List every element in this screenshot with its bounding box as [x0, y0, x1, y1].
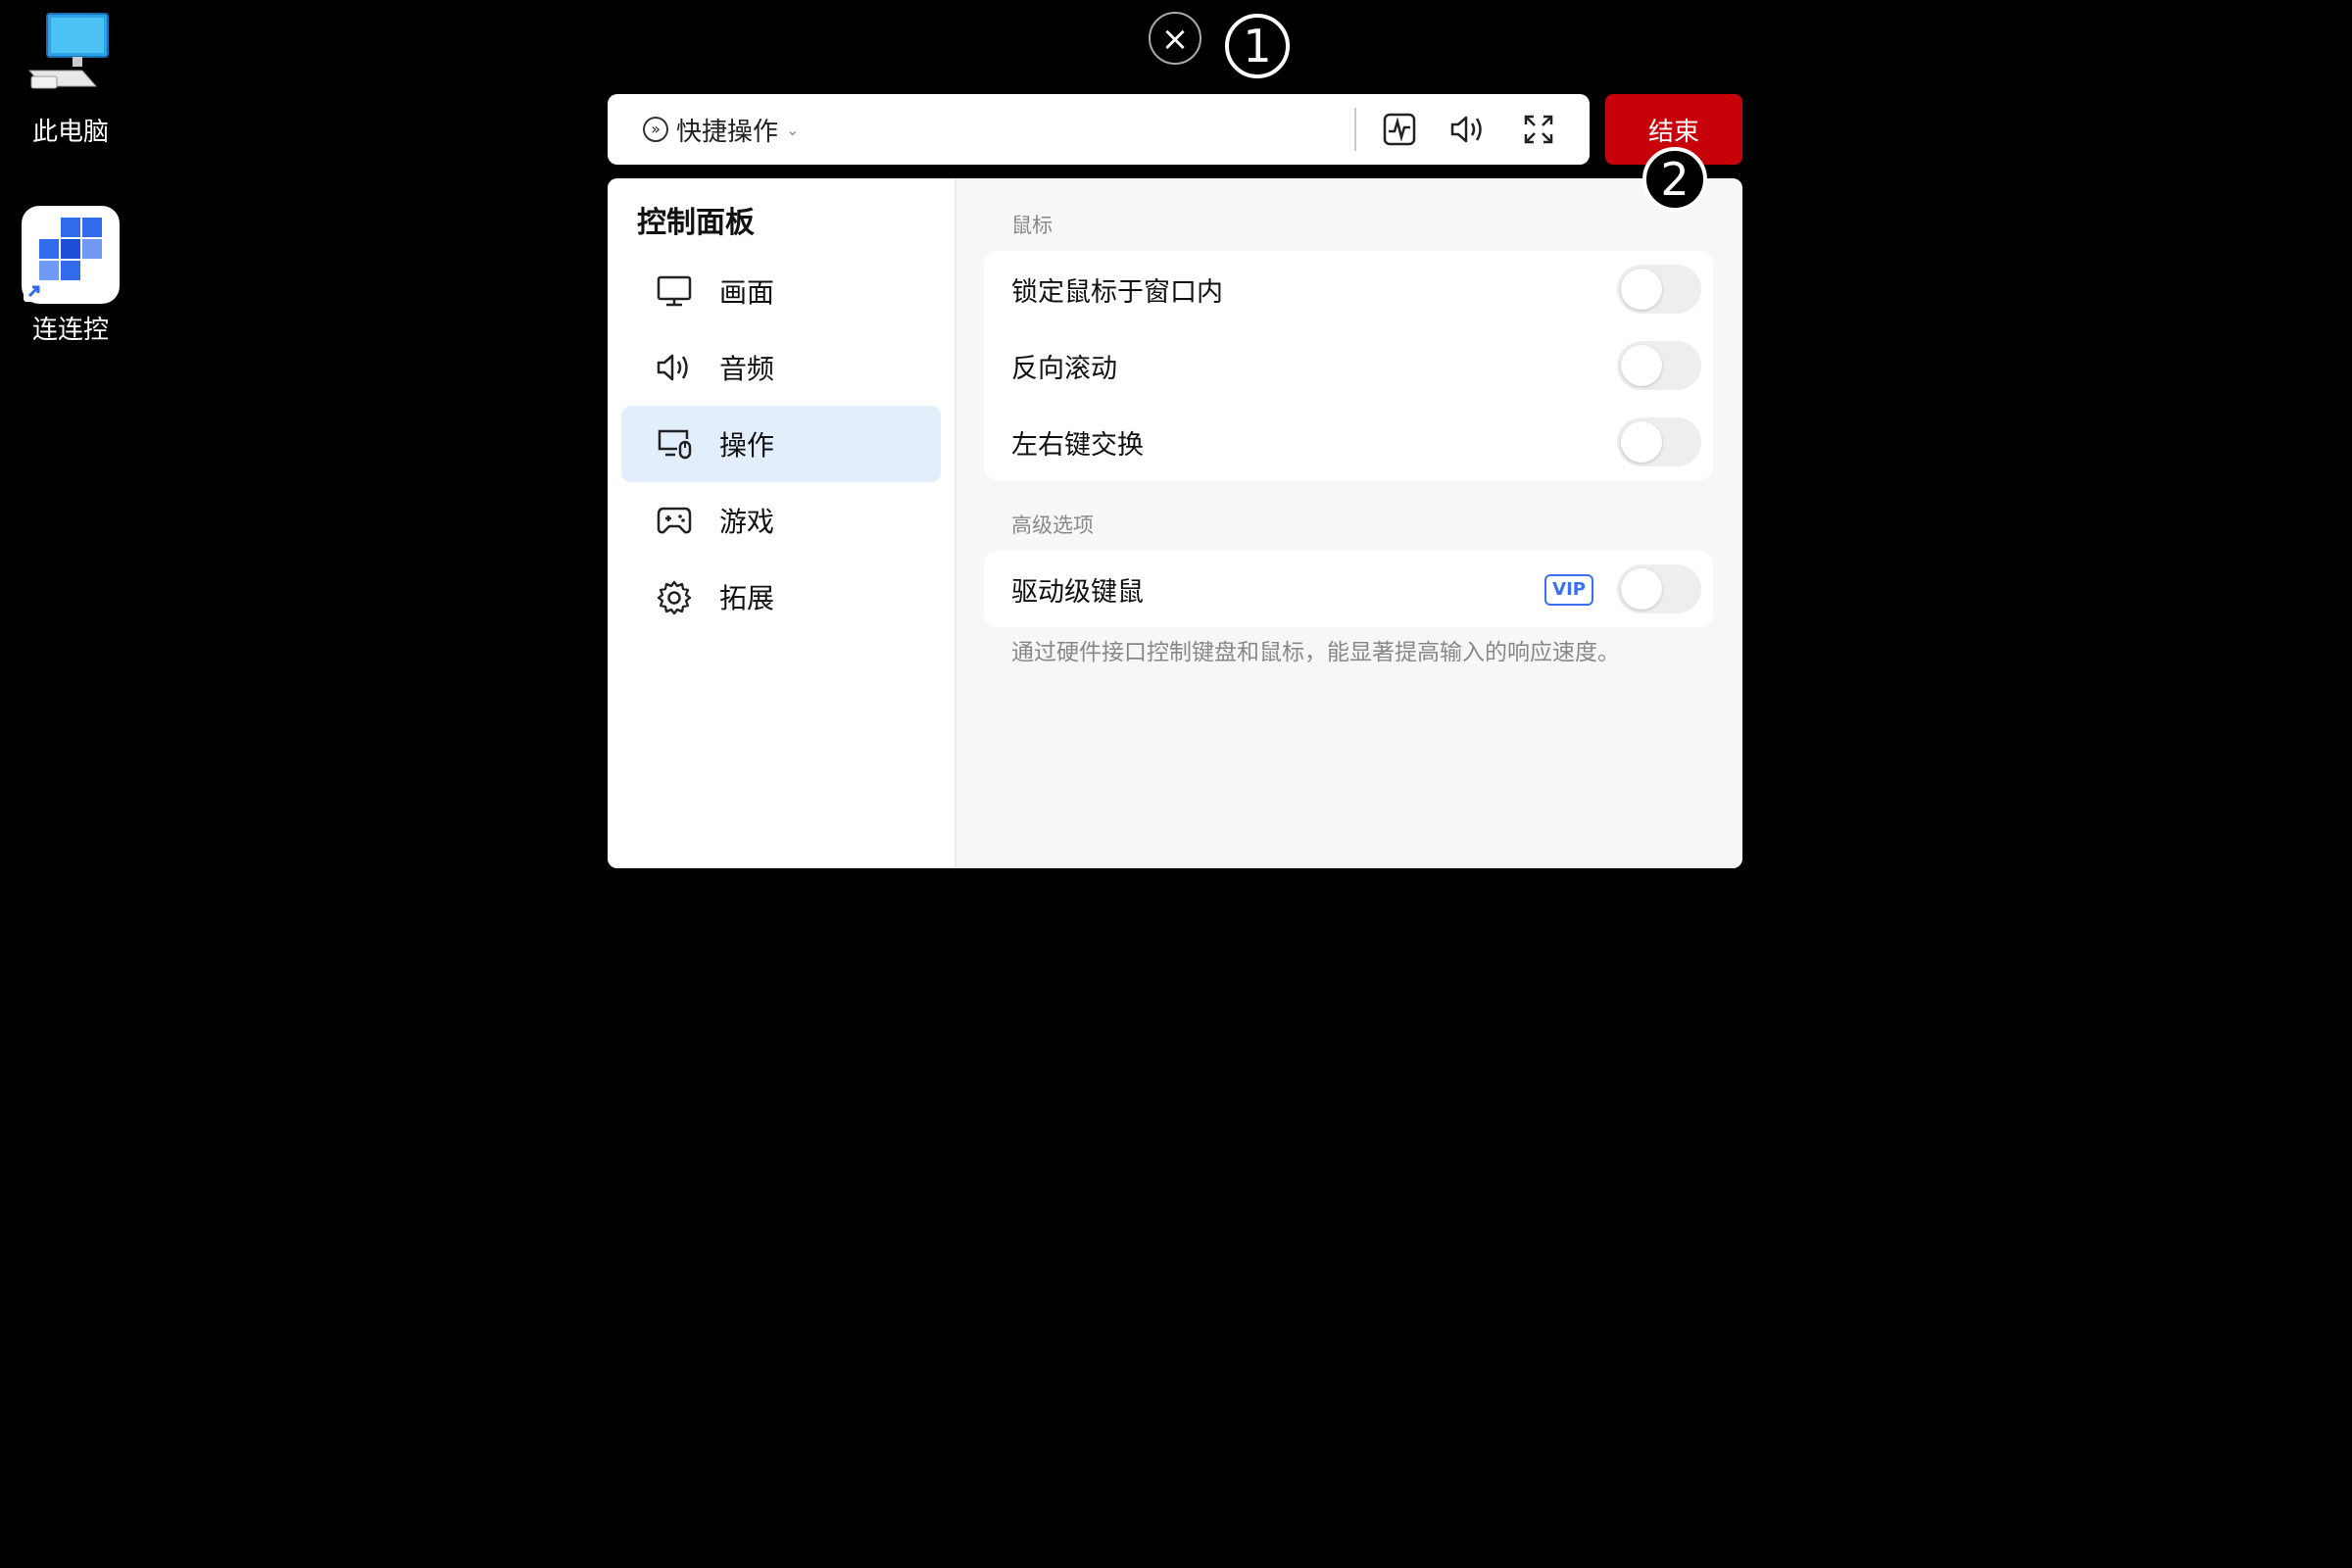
mouse-settings-card: 锁定鼠标于窗口内 反向滚动 左右键交换: [984, 251, 1713, 480]
vip-badge: VIP: [1544, 574, 1593, 606]
swap-buttons-toggle[interactable]: [1617, 417, 1701, 466]
quick-actions-dropdown[interactable]: » 快捷操作 ⌄: [643, 94, 799, 165]
fullscreen-button[interactable]: [1517, 108, 1560, 151]
speaker-icon: [1450, 116, 1482, 143]
performance-monitor-button[interactable]: [1378, 108, 1421, 151]
setting-label: 锁定鼠标于窗口内: [1011, 276, 1223, 308]
sidebar-item-extension[interactable]: 拓展: [621, 559, 941, 635]
sidebar-item-game[interactable]: 游戏: [621, 482, 941, 559]
lock-mouse-toggle[interactable]: [1617, 265, 1701, 314]
sidebar-item-audio[interactable]: 音频: [621, 329, 941, 406]
gear-icon: [655, 577, 694, 616]
desktop-icon-label: 此电脑: [31, 118, 109, 147]
setting-label: 左右键交换: [1011, 429, 1144, 461]
app-logo-icon: [22, 206, 120, 304]
driver-input-toggle[interactable]: [1617, 564, 1701, 613]
sidebar-item-label: 操作: [719, 429, 775, 462]
sidebar-item-label: 画面: [719, 276, 775, 309]
remote-toolbar: » 快捷操作 ⌄: [608, 94, 1590, 165]
sidebar-item-label: 游戏: [719, 506, 775, 538]
activity-monitor-icon: [1383, 113, 1416, 146]
sidebar-item-label: 拓展: [719, 582, 775, 614]
toolbar-divider: [1354, 108, 1356, 151]
monitor-icon: [655, 271, 694, 311]
fast-forward-icon: »: [643, 117, 668, 142]
volume-button[interactable]: [1446, 108, 1490, 151]
chevron-down-icon: ⌄: [786, 120, 800, 139]
step-marker-1: 1: [1225, 14, 1290, 78]
control-panel: 控制面板 画面 音频 操作 游戏 拓展 鼠标 锁定鼠标于窗口内 反向滚动 左右键…: [608, 178, 1742, 868]
computer-icon: [27, 13, 109, 89]
sidebar-item-display[interactable]: 画面: [621, 253, 941, 329]
setting-row-reverse-scroll: 反向滚动: [984, 327, 1713, 404]
driver-input-description: 通过硬件接口控制键盘和鼠标，能显著提高输入的响应速度。: [1011, 640, 1620, 665]
expand-icon: [1524, 115, 1553, 144]
panel-title: 控制面板: [637, 206, 755, 240]
sidebar-item-label: 音频: [719, 353, 775, 385]
section-label-advanced: 高级选项: [1011, 514, 1094, 537]
settings-content: 鼠标 锁定鼠标于窗口内 反向滚动 左右键交换 高级选项 驱动级键鼠 VIP 通过…: [956, 178, 1742, 868]
desktop-icon-lianliankong[interactable]: 连连控: [2, 206, 139, 346]
control-panel-sidebar: 控制面板 画面 音频 操作 游戏 拓展: [608, 178, 956, 868]
setting-row-lock-mouse: 锁定鼠标于窗口内: [984, 251, 1713, 327]
reverse-scroll-toggle[interactable]: [1617, 341, 1701, 390]
quick-actions-label: 快捷操作: [676, 117, 779, 147]
sidebar-item-operation[interactable]: 操作: [621, 406, 941, 482]
gamepad-icon: [655, 501, 694, 540]
setting-label: 驱动级键鼠: [1011, 576, 1144, 608]
mouse-monitor-icon: [655, 424, 694, 464]
desktop-icon-label: 连连控: [31, 316, 109, 345]
shortcut-arrow-icon: [24, 280, 45, 302]
advanced-settings-card: 驱动级键鼠 VIP: [984, 551, 1713, 627]
close-icon[interactable]: ×: [1149, 12, 1201, 65]
step-marker-2: 2: [1642, 147, 1707, 212]
setting-label: 反向滚动: [1011, 353, 1117, 384]
desktop-icon-this-pc[interactable]: 此电脑: [2, 8, 139, 148]
setting-row-driver-input: 驱动级键鼠 VIP: [984, 551, 1713, 627]
section-label-mouse: 鼠标: [1011, 214, 1053, 237]
speaker-icon: [655, 348, 694, 387]
setting-row-swap-buttons: 左右键交换: [984, 404, 1713, 480]
